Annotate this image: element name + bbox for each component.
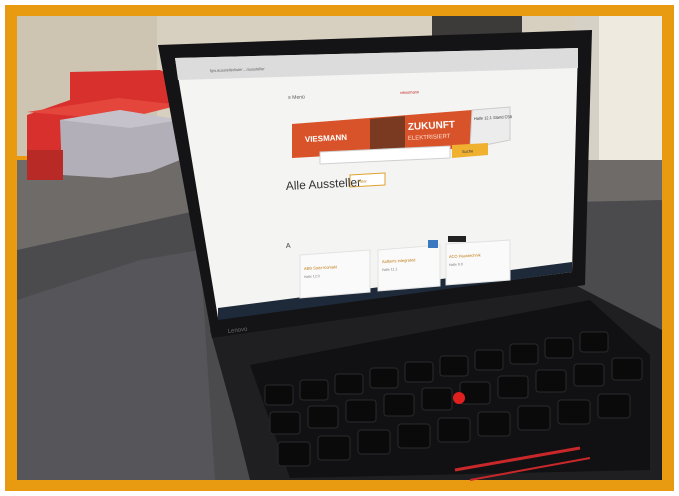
site-logo: viessmann — [400, 89, 419, 95]
filter-button-label: Filter — [358, 179, 368, 184]
exhibitor-hall-2: Halle 11.1 — [382, 267, 398, 272]
section-letter: A — [286, 243, 291, 250]
photo-scene: fgw.ausstellerliste/…/aussteller ≡ Menü … — [5, 5, 674, 491]
nav-menu: ≡ Menü — [288, 94, 305, 101]
exhibitor-hall-1: Halle 12.0 — [304, 274, 320, 279]
photo-frame: fgw.ausstellerliste/…/aussteller ≡ Menü … — [0, 0, 679, 496]
exhibitor-hall-3: Halle 9.0 — [449, 262, 463, 267]
trackpoint — [453, 392, 465, 404]
search-button-label: Suche — [462, 148, 474, 154]
